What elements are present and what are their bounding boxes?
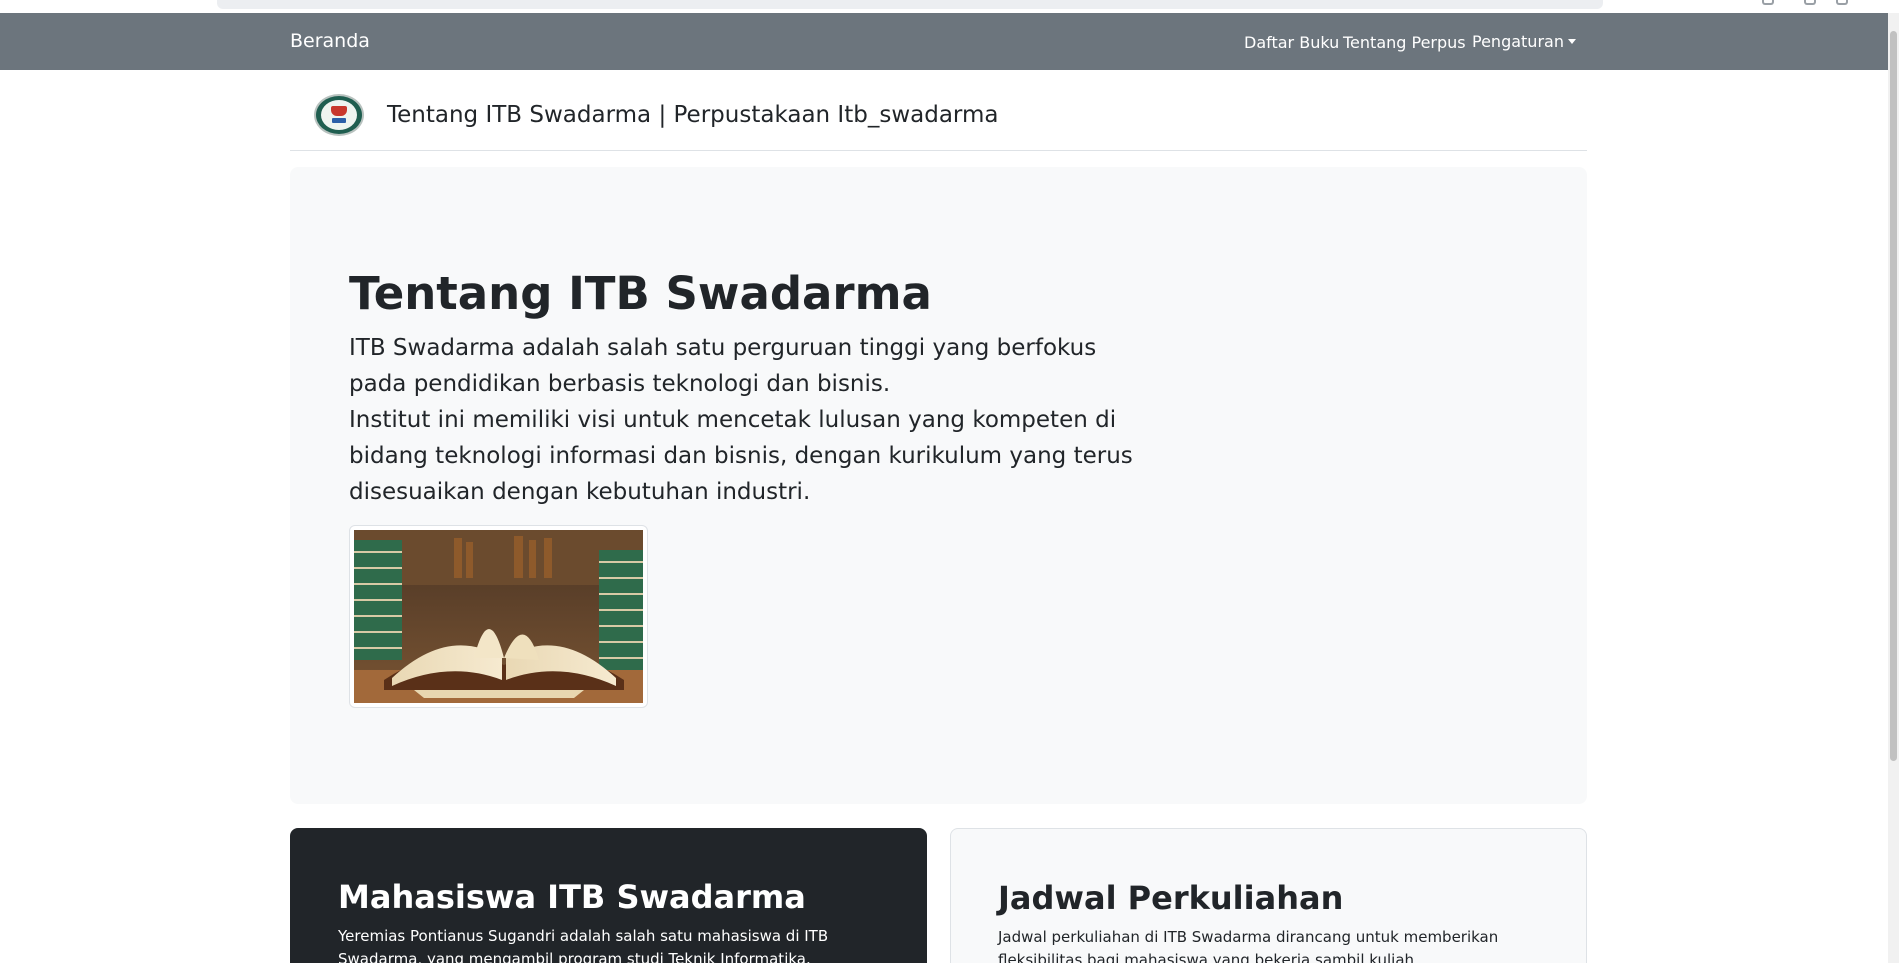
browser-downloads-icon[interactable] (1804, 0, 1816, 5)
schedule-card-title: Jadwal Perkuliahan (998, 879, 1344, 917)
schedule-card: Jadwal Perkuliahan Jadwal perkuliahan di… (950, 828, 1587, 963)
browser-menu-icon[interactable] (1836, 0, 1848, 5)
open-book-illustration (354, 530, 643, 703)
about-paragraph-1: ITB Swadarma adalah salah satu perguruan… (349, 335, 1097, 397)
browser-address-bar[interactable] (217, 0, 1603, 9)
student-card-title: Mahasiswa ITB Swadarma (338, 878, 806, 916)
book-emblem-icon (331, 106, 347, 116)
books-image (349, 525, 648, 708)
scrollbar-thumb[interactable] (1890, 31, 1897, 761)
browser-top-strip (0, 0, 1899, 13)
itb-swadarma-logo (314, 94, 364, 136)
page-header: Tentang ITB Swadarma | Perpustakaan Itb_… (290, 70, 1587, 151)
about-title: Tentang ITB Swadarma (349, 267, 932, 320)
page-header-title: Tentang ITB Swadarma | Perpustakaan Itb_… (387, 102, 999, 128)
nav-dropdown-pengaturan[interactable]: Pengaturan (1472, 32, 1576, 51)
navbar-brand-beranda[interactable]: Beranda (290, 30, 370, 52)
page-scrollbar[interactable] (1888, 13, 1899, 963)
nav-link-tentang-perpus[interactable]: Tentang Perpus (1343, 33, 1466, 52)
about-paragraph-2: Institut ini memiliki visi untuk menceta… (349, 407, 1133, 505)
caret-down-icon (1567, 39, 1576, 44)
about-jumbotron: Tentang ITB Swadarma ITB Swadarma adalah… (290, 167, 1587, 804)
browser-extension-icon[interactable] (1762, 0, 1774, 5)
schedule-card-text: Jadwal perkuliahan di ITB Swadarma diran… (998, 928, 1499, 963)
student-card: Mahasiswa ITB Swadarma Yeremias Pontianu… (290, 828, 927, 963)
student-card-text: Yeremias Pontianus Sugandri adalah salah… (338, 927, 829, 963)
nav-link-daftar-buku[interactable]: Daftar Buku (1244, 33, 1339, 52)
about-lead-text: ITB Swadarma adalah salah satu perguruan… (349, 330, 1149, 510)
top-navbar (0, 13, 1888, 70)
nav-dropdown-label: Pengaturan (1472, 32, 1564, 51)
